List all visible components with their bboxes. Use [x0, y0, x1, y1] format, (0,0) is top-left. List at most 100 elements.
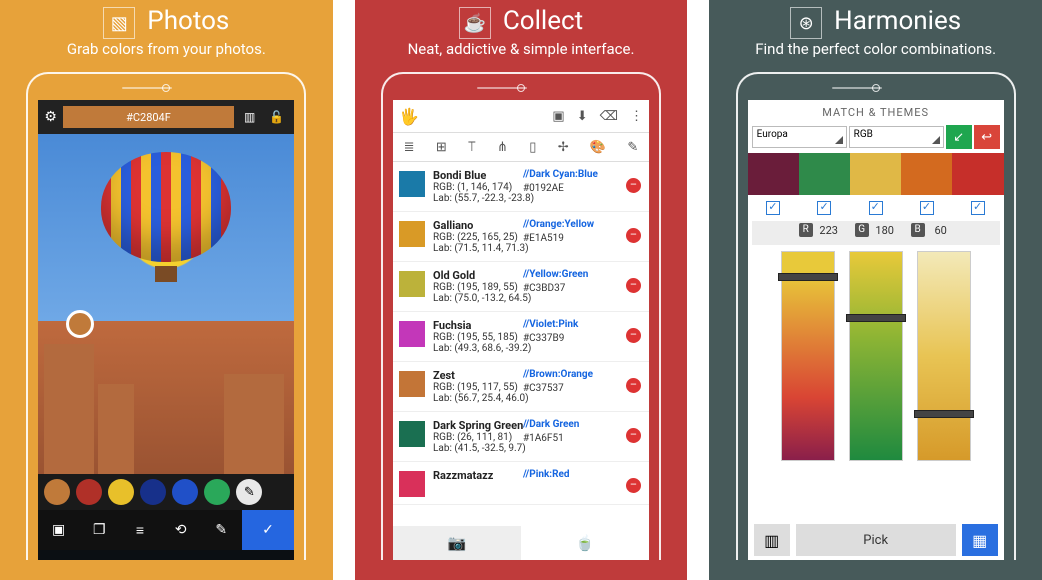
confirm-icon[interactable]: ↙	[946, 125, 972, 149]
panel-title: Collect	[503, 6, 583, 36]
image-icon[interactable]: ▣	[552, 109, 564, 124]
clipboard-icon[interactable]: ▯	[529, 140, 536, 155]
basket-graphic	[155, 266, 177, 282]
swatch[interactable]	[44, 479, 70, 505]
screen: MATCH & THEMES Europa RGB ↙ ↩ ▽ R223 G18…	[748, 100, 1004, 560]
palette-swatch[interactable]	[748, 153, 799, 195]
theme-select[interactable]: Europa	[752, 126, 847, 148]
archive-icon[interactable]: ⬇	[577, 109, 588, 124]
swatch[interactable]	[204, 479, 230, 505]
b-value: 60	[929, 224, 953, 237]
pencil-icon[interactable]: ✎	[627, 140, 638, 155]
rock-graphic	[98, 384, 134, 474]
photo-viewport[interactable]	[38, 134, 294, 474]
phone-frame: MATCH & THEMES Europa RGB ↙ ↩ ▽ R223 G18…	[736, 72, 1016, 560]
delete-icon[interactable]: –	[626, 428, 641, 443]
slider-thumb[interactable]	[846, 314, 906, 322]
swatch[interactable]	[108, 479, 134, 505]
back-icon[interactable]: ↩	[974, 125, 1000, 149]
color-row[interactable]: GallianoRGB: (225, 165, 25)Lab: (71.5, 1…	[393, 212, 649, 262]
hex-text: #1A6F51	[523, 433, 564, 444]
color-chip	[399, 271, 425, 297]
color-row[interactable]: Bondi BlueRGB: (1, 146, 174)Lab: (55.7, …	[393, 162, 649, 212]
collect-icon: ☕	[459, 7, 491, 39]
color-tag: //Dark Cyan:Blue	[523, 169, 598, 180]
color-tag: //Violet:Pink	[523, 319, 578, 330]
harmony-icon: ⊛	[790, 7, 822, 39]
color-list[interactable]: Bondi BlueRGB: (1, 146, 174)Lab: (55.7, …	[393, 162, 649, 505]
b-slider[interactable]	[917, 251, 971, 461]
share-icon[interactable]: ⋔	[497, 140, 508, 155]
g-value: 180	[873, 224, 897, 237]
delete-icon[interactable]: –	[626, 278, 641, 293]
delete-icon[interactable]: –	[626, 178, 641, 193]
phone-frame: 🖐 ▣ ⬇ ⌫ ⋮ ≣ ⊞ ⟙ ⋔ ▯ ✢ 🎨 ✎ Bondi BlueRGB:…	[381, 72, 661, 560]
slider-thumb[interactable]	[778, 273, 838, 281]
color-chip	[399, 171, 425, 197]
trash-icon[interactable]: ⌫	[600, 109, 618, 124]
palette-swatch[interactable]	[952, 153, 1003, 195]
color-tag: //Orange:Yellow	[523, 219, 594, 230]
swatch[interactable]	[172, 479, 198, 505]
map-icon[interactable]: ▥	[240, 110, 259, 124]
confirm-button[interactable]: ✓	[242, 510, 295, 550]
swatch[interactable]	[76, 479, 102, 505]
color-row[interactable]: Old GoldRGB: (195, 189, 55)Lab: (75.0, -…	[393, 262, 649, 312]
slider-group	[748, 245, 1004, 467]
palette-checkbox[interactable]	[766, 201, 780, 215]
brush-icon[interactable]: ⟙	[468, 140, 476, 155]
slider-thumb[interactable]	[914, 410, 974, 418]
swatch[interactable]	[140, 479, 166, 505]
lab-text: Lab: (75.0, -13.2, 64.5)	[433, 293, 643, 304]
delete-icon[interactable]: ▣	[38, 510, 79, 550]
color-picker-loupe[interactable]	[66, 310, 94, 338]
mode-select[interactable]: RGB	[849, 126, 944, 148]
palette-checkbox[interactable]	[971, 201, 985, 215]
lock-icon[interactable]: 🔓	[265, 110, 288, 124]
grid-icon[interactable]: ⊞	[436, 140, 447, 155]
swatch-icon[interactable]: ▥	[754, 524, 790, 556]
pick-button[interactable]: Pick	[796, 524, 956, 556]
palette-swatch[interactable]	[901, 153, 952, 195]
palette-swatch[interactable]	[850, 153, 901, 195]
color-row[interactable]: ZestRGB: (195, 117, 55)Lab: (56.7, 25.4,…	[393, 362, 649, 412]
tab-collection[interactable]: 🍵	[521, 526, 649, 560]
palette-checkbox[interactable]	[817, 201, 831, 215]
app-bar: 🖐 ▣ ⬇ ⌫ ⋮	[393, 100, 649, 132]
app-logo-icon[interactable]: 🖐	[399, 107, 419, 126]
rock-graphic	[224, 374, 284, 474]
list-icon[interactable]: ≡	[120, 510, 161, 550]
palette-checkbox[interactable]	[920, 201, 934, 215]
copy-icon[interactable]: ❐	[79, 510, 120, 550]
palette-strip[interactable]	[748, 153, 1004, 195]
hex-text: #E1A519	[523, 233, 564, 244]
eyedropper-icon[interactable]: ✎	[236, 479, 262, 505]
panel-title: Photos	[147, 6, 229, 36]
refresh-icon[interactable]: ⟲	[160, 510, 201, 550]
edit-icon[interactable]: ✎	[201, 510, 242, 550]
tab-camera[interactable]: 📷	[393, 526, 521, 560]
delete-icon[interactable]: –	[626, 378, 641, 393]
overflow-icon[interactable]: ⋮	[630, 109, 643, 124]
r-slider[interactable]	[781, 251, 835, 461]
palette-swatch[interactable]	[799, 153, 850, 195]
color-chip	[399, 371, 425, 397]
g-slider[interactable]	[849, 251, 903, 461]
layers-icon[interactable]: ▦	[962, 524, 998, 556]
section-title: MATCH & THEMES	[748, 100, 1004, 125]
hex-display[interactable]: #C2804F	[63, 106, 234, 128]
tool-bar: ≣ ⊞ ⟙ ⋔ ▯ ✢ 🎨 ✎	[393, 132, 649, 162]
color-row[interactable]: Dark Spring GreenRGB: (26, 111, 81)Lab: …	[393, 412, 649, 462]
delete-icon[interactable]: –	[626, 228, 641, 243]
delete-icon[interactable]: –	[626, 478, 641, 493]
color-row[interactable]: Razzmatazz//Pink:Red–	[393, 462, 649, 505]
hex-text: #0192AE	[523, 183, 564, 194]
palette-icon[interactable]: 🎨	[590, 140, 606, 155]
palette-checkbox[interactable]	[869, 201, 883, 215]
pick-row: ▥ Pick ▦	[748, 520, 1004, 560]
list-view-icon[interactable]: ≣	[404, 140, 415, 155]
fan-icon[interactable]: ✢	[558, 140, 569, 155]
settings-icon[interactable]: ⚙	[44, 109, 57, 125]
color-row[interactable]: FuchsiaRGB: (195, 55, 185)Lab: (49.3, 68…	[393, 312, 649, 362]
delete-icon[interactable]: –	[626, 328, 641, 343]
